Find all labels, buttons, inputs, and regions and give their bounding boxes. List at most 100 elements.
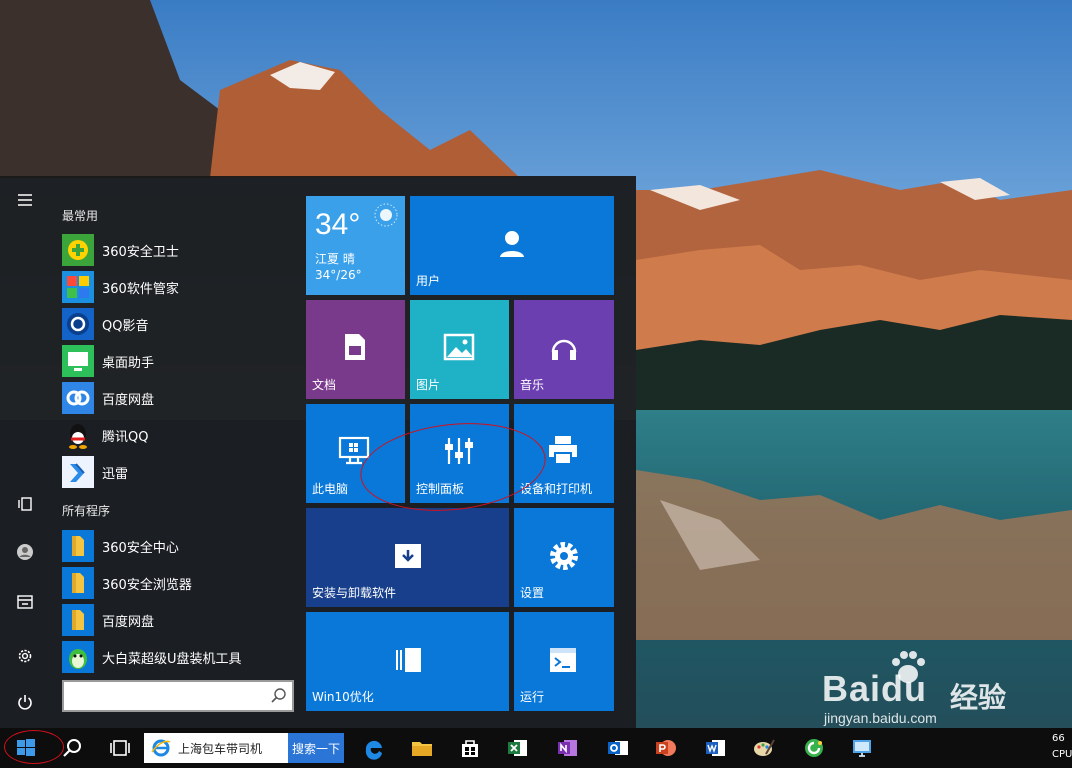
paint-palette-icon — [754, 739, 775, 756]
taskbar-app-paint[interactable] — [742, 728, 786, 768]
taskbar-search-button[interactable] — [50, 728, 94, 768]
app-360-software-manager[interactable]: 360软件管家 — [62, 269, 300, 305]
computer-icon — [338, 436, 370, 465]
user-button[interactable] — [5, 534, 45, 570]
app-xunlei[interactable]: 迅雷 — [62, 454, 300, 490]
run-icon — [550, 648, 576, 672]
edge-icon — [365, 740, 382, 760]
app-baidu-netdisk[interactable]: 百度网盘 — [62, 380, 300, 416]
app-360-secure-browser[interactable]: 360安全浏览器 — [62, 565, 300, 601]
file-explorer-icon — [17, 595, 33, 609]
tile-devices-printers[interactable]: 设备和打印机 — [514, 404, 614, 503]
app-qq-player[interactable]: QQ影音 — [62, 306, 300, 342]
tile-label: 运行 — [520, 690, 545, 704]
taskbar-app-360-browser[interactable] — [792, 728, 836, 768]
folder-icon — [62, 604, 94, 636]
qq-player-icon — [62, 308, 94, 340]
task-view-button[interactable] — [98, 728, 142, 768]
tile-settings[interactable]: 设置 — [514, 508, 614, 607]
tile-label: 控制面板 — [416, 482, 465, 496]
tile-label: Win10优化 — [312, 690, 374, 704]
weather-range: 34°/26° — [315, 268, 362, 282]
tile-this-pc[interactable]: 此电脑 — [306, 404, 405, 503]
document-icon — [345, 334, 365, 360]
taskbar-app-excel[interactable] — [496, 728, 540, 768]
tile-label: 设置 — [520, 586, 545, 600]
store-icon — [462, 740, 478, 757]
tablet-mode-button[interactable] — [5, 486, 45, 522]
onenote-icon — [558, 740, 577, 756]
power-icon — [18, 695, 32, 710]
360-browser-icon — [805, 739, 823, 757]
settings-icon — [18, 649, 32, 663]
taskbar-app-powerpoint[interactable] — [644, 728, 688, 768]
tile-label: 图片 — [416, 378, 441, 392]
app-baidu-netdisk-folder[interactable]: 百度网盘 — [62, 602, 300, 638]
taskbar-app-store[interactable] — [448, 728, 492, 768]
app-360-security-center[interactable]: 360安全中心 — [62, 528, 300, 564]
tencent-qq-icon — [62, 419, 94, 451]
start-button[interactable] — [4, 728, 48, 768]
tile-label: 安装与卸载软件 — [312, 586, 397, 600]
tile-weather[interactable]: 34° 江夏 晴 34°/26° — [306, 196, 405, 295]
taskbar-app-monitor[interactable] — [840, 728, 884, 768]
menu-button[interactable] — [5, 182, 45, 218]
tile-run[interactable]: 运行 — [514, 612, 614, 711]
taskbar: 上海包车带司机 搜索一下 66 CPU — [0, 728, 1072, 768]
watermark-brand-cn: 经验 — [950, 681, 1007, 714]
app-tencent-qq[interactable]: 腾讯QQ — [62, 417, 300, 453]
tile-label: 用户 — [416, 274, 441, 288]
taskbar-app-outlook[interactable] — [596, 728, 640, 768]
tablet-mode-icon — [18, 497, 32, 511]
tray-cpu-label: CPU — [1052, 749, 1072, 760]
start-search-box[interactable] — [62, 680, 294, 712]
folder-icon — [62, 530, 94, 562]
dabaicai-icon — [62, 641, 94, 673]
tray-cpu-value: 66 — [1052, 733, 1065, 744]
baidu-netdisk-icon — [62, 382, 94, 414]
settings-button[interactable] — [5, 638, 45, 674]
task-view-icon — [110, 740, 130, 756]
start-search-input[interactable] — [64, 682, 264, 710]
all-programs-heading: 所有程序 — [62, 504, 111, 518]
taskbar-web-search[interactable]: 上海包车带司机 — [144, 733, 288, 763]
ie-icon — [151, 739, 171, 757]
tile-install-uninstall[interactable]: 安装与卸载软件 — [306, 508, 509, 607]
printer-icon — [549, 436, 577, 465]
monitor-app-icon — [853, 740, 871, 757]
install-icon — [395, 544, 421, 568]
web-search-text: 上海包车带司机 — [178, 741, 263, 756]
power-button[interactable] — [5, 684, 45, 720]
picture-icon — [443, 333, 475, 361]
outlook-icon — [608, 741, 628, 755]
taskbar-app-word[interactable] — [694, 728, 738, 768]
app-desktop-assistant[interactable]: 桌面助手 — [62, 343, 300, 379]
file-explorer-button[interactable] — [5, 584, 45, 620]
web-search-submit-button[interactable]: 搜索一下 — [288, 733, 344, 763]
tile-documents[interactable]: 文档 — [306, 300, 405, 399]
app-dabaicai-usb-tool[interactable]: 大白菜超级U盘装机工具 — [62, 639, 300, 675]
tile-control-panel[interactable]: 控制面板 — [410, 404, 509, 503]
tile-label: 文档 — [312, 378, 337, 392]
tile-label: 此电脑 — [312, 482, 349, 496]
powerpoint-icon — [656, 740, 676, 756]
tile-pictures[interactable]: 图片 — [410, 300, 509, 399]
desktop-assistant-icon — [62, 345, 94, 377]
folder-icon — [412, 742, 432, 756]
watermark-url: jingyan.baidu.com — [824, 710, 937, 726]
tile-win10-optimize[interactable]: Win10优化 — [306, 612, 509, 711]
tile-music[interactable]: 音乐 — [514, 300, 614, 399]
menu-icon — [18, 194, 32, 206]
360-software-manager-icon — [62, 271, 94, 303]
watermark-brand: Baidu — [822, 668, 928, 709]
taskbar-app-onenote[interactable] — [546, 728, 590, 768]
tile-user[interactable]: 用户 — [410, 196, 614, 295]
user-icon — [500, 231, 524, 257]
folder-icon — [62, 567, 94, 599]
taskbar-app-edge[interactable] — [352, 728, 396, 768]
app-360-safe-guard[interactable]: 360安全卫士 — [62, 232, 300, 268]
taskbar-app-file-explorer[interactable] — [400, 728, 444, 768]
windows-logo-icon — [17, 739, 35, 756]
word-icon — [706, 740, 725, 756]
start-menu: 最常用 360安全卫士 360软件管家 QQ影音 桌面助手 百度网盘 腾讯QQ … — [0, 176, 636, 728]
